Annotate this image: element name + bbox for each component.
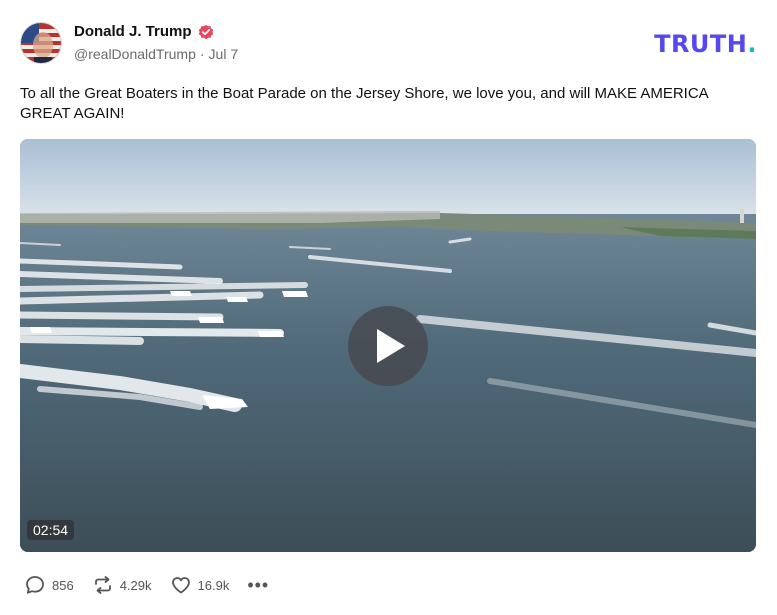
- retruth-icon: [94, 576, 111, 594]
- logo-text: TRUTH: [654, 30, 748, 58]
- author-display-name[interactable]: Donald J. Trump: [74, 23, 192, 40]
- avatar[interactable]: [20, 22, 62, 64]
- meta-separator: ·: [199, 46, 205, 62]
- author-name-row: Donald J. Trump: [74, 23, 214, 40]
- reply-count: 856: [52, 577, 74, 593]
- truth-logo[interactable]: TRUTH.: [654, 30, 757, 58]
- author-meta: @realDonaldTrump · Jul 7: [74, 46, 238, 62]
- retruth-button[interactable]: 4.29k: [92, 574, 152, 596]
- post-text: To all the Great Boaters in the Boat Par…: [20, 85, 708, 122]
- verified-badge-icon: [198, 24, 214, 40]
- video-player[interactable]: 02:54: [20, 139, 756, 552]
- more-options-button[interactable]: •••: [247, 575, 269, 595]
- play-button[interactable]: [348, 306, 428, 386]
- post-actions: 856 4.29k 16.9k •••: [24, 574, 287, 596]
- reply-button[interactable]: 856: [24, 574, 74, 596]
- logo-dot: .: [747, 30, 757, 58]
- retruth-count: 4.29k: [119, 577, 152, 593]
- author-handle[interactable]: @realDonaldTrump: [74, 46, 196, 62]
- like-button[interactable]: 16.9k: [170, 574, 230, 596]
- reply-icon: [26, 576, 44, 594]
- like-count: 16.9k: [197, 577, 230, 593]
- play-icon: [377, 329, 405, 363]
- heart-icon: [171, 577, 190, 594]
- more-icon: •••: [247, 575, 270, 595]
- post-date[interactable]: Jul 7: [209, 46, 239, 62]
- video-duration: 02:54: [27, 520, 75, 540]
- truth-post: Donald J. Trump @realDonaldTrump · Jul 7 T…: [0, 0, 777, 615]
